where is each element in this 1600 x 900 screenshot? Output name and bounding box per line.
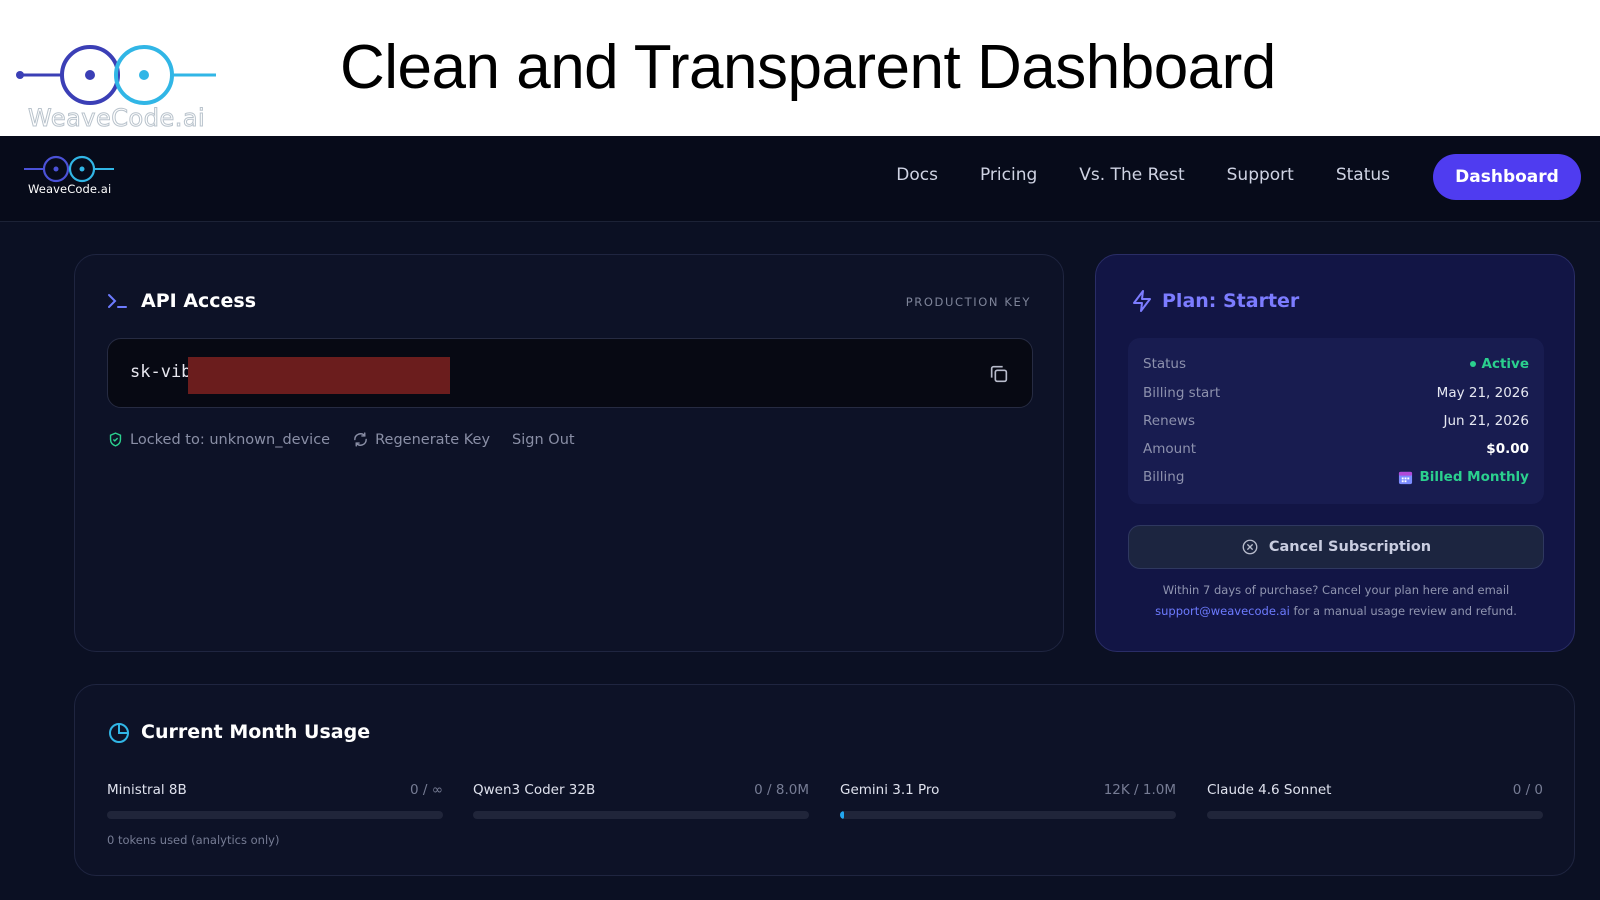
plan-row-billing-start: Billing start May 21, 2026 — [1143, 385, 1529, 401]
status-dot-icon — [1469, 361, 1476, 367]
api-key-field[interactable]: sk-vib — [107, 338, 1033, 408]
slide-title: Clean and Transparent Dashboard — [340, 33, 1276, 102]
plan-title: Plan: Starter — [1162, 290, 1300, 312]
usage-item-claude: Claude 4.6 Sonnet 0 / 0 — [1207, 782, 1543, 819]
support-email-link[interactable]: support@weavecode.ai — [1155, 604, 1290, 618]
api-access-card: API Access PRODUCTION KEY sk-vib Locked … — [74, 254, 1064, 652]
nav-link-status[interactable]: Status — [1336, 162, 1390, 188]
model-usage: 12K / 1.0M — [1103, 782, 1176, 798]
usage-note: 0 tokens used (analytics only) — [107, 833, 280, 847]
nav-links: Docs Pricing Vs. The Rest Support Status — [896, 162, 1390, 188]
slide-logo-text: WeaveCode.ai — [27, 104, 206, 133]
calendar-icon — [1399, 471, 1413, 484]
nav-logo-text[interactable]: WeaveCode.ai — [28, 182, 111, 196]
plan-row-billing: Billing Billed Monthly — [1143, 469, 1529, 485]
refund-note-text-end: for a manual usage review and refund. — [1293, 604, 1517, 618]
nav-link-vs-the-rest[interactable]: Vs. The Rest — [1079, 162, 1184, 188]
nav-link-support[interactable]: Support — [1227, 162, 1294, 188]
billing-cycle: Billed Monthly — [1398, 469, 1529, 485]
plan-value: May 21, 2026 — [1436, 385, 1529, 401]
plan-row-renews: Renews Jun 21, 2026 — [1143, 413, 1529, 429]
plan-details: Status Active Billing start May 21, 2026… — [1128, 338, 1544, 504]
usage-item-gemini: Gemini 3.1 Pro 12K / 1.0M — [840, 782, 1176, 819]
cancel-subscription-label: Cancel Subscription — [1268, 539, 1432, 555]
sign-out-link[interactable]: Sign Out — [512, 432, 575, 448]
plan-row-amount: Amount $0.00 — [1143, 441, 1529, 457]
model-usage: 0 / 8.0M — [754, 782, 809, 798]
status-value: Active — [1481, 356, 1530, 372]
api-key-value: sk-vib — [130, 362, 192, 382]
slide-header: WeaveCode.ai Clean and Transparent Dashb… — [0, 0, 1600, 136]
plan-value: Jun 21, 2026 — [1443, 413, 1529, 429]
refresh-icon — [354, 432, 367, 447]
production-key-label: PRODUCTION KEY — [905, 295, 1031, 309]
model-usage: 0 / ∞ — [410, 782, 443, 798]
model-name: Ministral 8B — [107, 782, 187, 798]
usage-progress-fill — [840, 811, 845, 819]
lightning-icon — [1133, 290, 1151, 312]
usage-progress-bar — [473, 811, 809, 819]
plan-value: $0.00 — [1486, 441, 1529, 457]
usage-progress-bar — [107, 811, 443, 819]
locked-device-label: Locked to: unknown_device — [130, 431, 331, 448]
model-name: Claude 4.6 Sonnet — [1207, 782, 1332, 798]
usage-item-qwen: Qwen3 Coder 32B 0 / 8.0M — [473, 782, 809, 819]
plan-row-status: Status Active — [1143, 356, 1529, 372]
regenerate-key-label: Regenerate Key — [375, 431, 491, 448]
circle-x-icon — [1242, 539, 1258, 555]
locked-device-status: Locked to: unknown_device — [107, 431, 330, 448]
billing-cycle-value: Billed Monthly — [1419, 469, 1529, 485]
pie-chart-icon — [109, 722, 130, 743]
api-access-title: API Access — [141, 290, 257, 312]
model-usage: 0 / 0 — [1512, 782, 1543, 798]
plan-label: Billing start — [1143, 385, 1221, 401]
usage-title: Current Month Usage — [141, 721, 371, 743]
plan-label: Billing — [1143, 469, 1185, 485]
redacted-key-block — [188, 357, 450, 394]
usage-item-ministral: Ministral 8B 0 / ∞ 0 tokens used (analyt… — [107, 782, 443, 847]
refund-note: Within 7 days of purchase? Cancel your p… — [1128, 580, 1544, 622]
top-navbar: WeaveCode.ai Docs Pricing Vs. The Rest S… — [0, 136, 1600, 222]
plan-label: Amount — [1143, 441, 1197, 457]
cancel-subscription-button[interactable]: Cancel Subscription — [1128, 525, 1544, 569]
refund-note-text: Within 7 days of purchase? Cancel your p… — [1162, 583, 1510, 597]
dashboard-button[interactable]: Dashboard — [1433, 154, 1581, 200]
plan-label: Status — [1143, 356, 1187, 372]
nav-logo-icon[interactable] — [22, 154, 118, 184]
regenerate-key-button[interactable]: Regenerate Key — [352, 431, 490, 448]
plan-card: Plan: Starter Status Active Billing star… — [1095, 254, 1575, 652]
key-actions: Locked to: unknown_device Regenerate Key… — [107, 431, 575, 448]
usage-progress-bar — [840, 811, 1176, 819]
status-badge: Active — [1469, 356, 1530, 372]
nav-link-pricing[interactable]: Pricing — [980, 162, 1037, 188]
nav-link-docs[interactable]: Docs — [896, 162, 938, 188]
model-name: Gemini 3.1 Pro — [840, 782, 940, 798]
terminal-icon — [108, 294, 127, 308]
shield-check-icon — [109, 432, 122, 447]
usage-card: Current Month Usage Ministral 8B 0 / ∞ 0… — [74, 684, 1575, 876]
model-name: Qwen3 Coder 32B — [473, 782, 596, 798]
usage-progress-bar — [1207, 811, 1543, 819]
copy-icon[interactable] — [988, 363, 1010, 385]
plan-label: Renews — [1143, 413, 1196, 429]
